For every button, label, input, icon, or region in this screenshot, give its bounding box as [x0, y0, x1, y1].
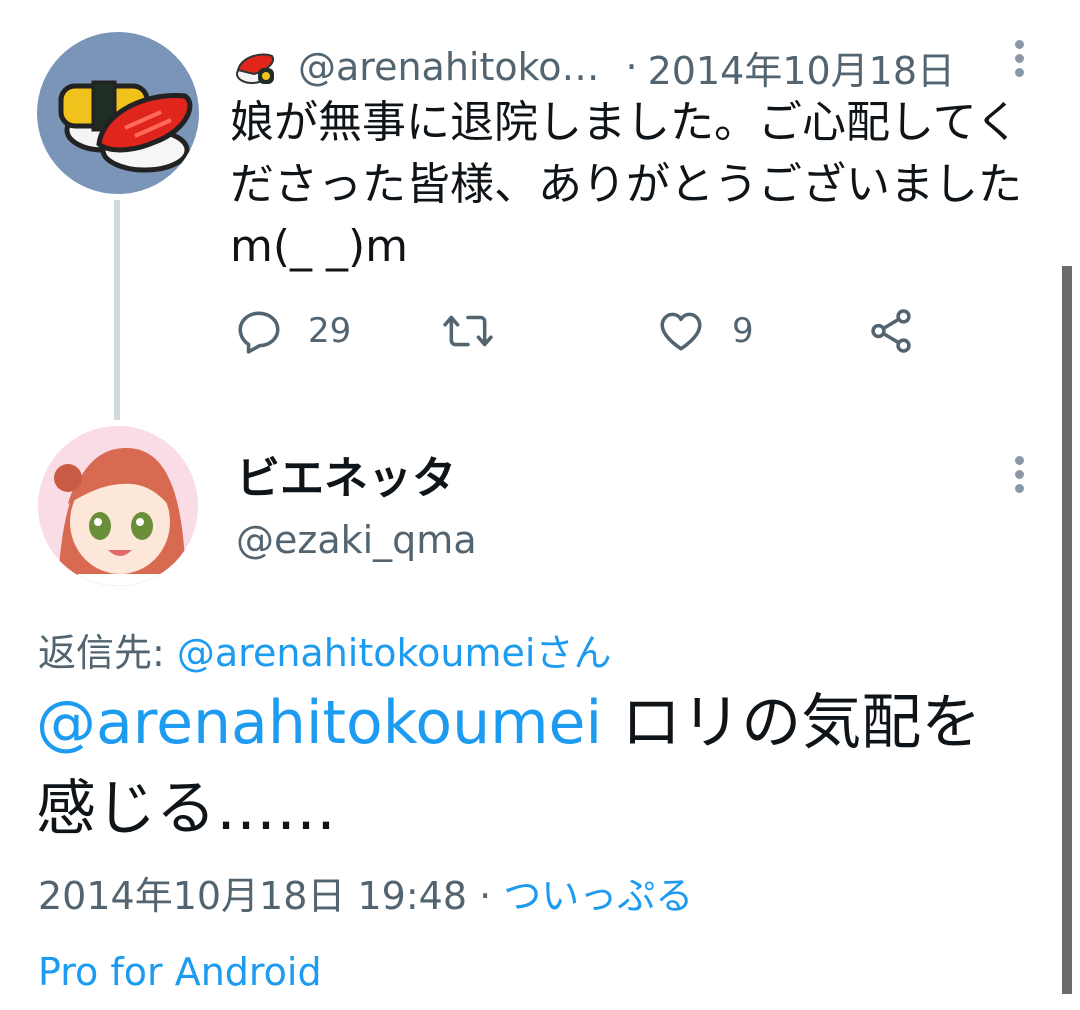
more-options-icon[interactable]	[1013, 456, 1025, 498]
meta-separator: ·	[467, 874, 504, 918]
share-action[interactable]	[866, 296, 916, 366]
tweet2-text: @arenahitokoumei ロリの気配を感じる……	[36, 680, 1036, 852]
tweet2-timestamp[interactable]: 2014年10月18日 19:48	[38, 874, 467, 918]
anime-girl-avatar-icon	[38, 426, 198, 586]
share-icon	[871, 309, 911, 353]
tweet1-separator: ·	[625, 45, 638, 89]
avatar-ezaki-qma[interactable]	[38, 426, 198, 586]
reply-to-label: 返信先:	[38, 631, 177, 675]
retweet-icon	[443, 315, 493, 347]
reply-to-line: 返信先: @arenahitokoumeiさん	[38, 622, 611, 677]
reply-count: 29	[308, 311, 352, 351]
avatar-arenahitokoumei[interactable]	[37, 32, 199, 194]
tweet2-meta: 2014年10月18日 19:48 · ついっぷる Pro for Androi…	[38, 858, 758, 1010]
scrollbar[interactable]	[1062, 266, 1072, 994]
sushi-avatar-icon	[58, 80, 193, 173]
tweet1-handle[interactable]: @arenahitoko…	[298, 45, 600, 89]
reply-to-handle-link[interactable]: @arenahitokoumeiさん	[177, 631, 612, 675]
retweet-action[interactable]	[440, 296, 516, 366]
tweet1-header: @arenahitoko… · 2014年10月18日	[232, 40, 955, 94]
tweet1-text: 娘が無事に退院しました。ご心配してくださった皆様、ありがとうございましたm(_ …	[230, 97, 1022, 272]
sushi-emoji-icon	[236, 53, 274, 84]
reply-action[interactable]: 29	[234, 296, 351, 366]
thread-connector-line	[114, 200, 120, 420]
tweet2-handle[interactable]: @ezaki_qma	[236, 518, 477, 562]
mention-link[interactable]: @arenahitokoumei	[36, 688, 602, 758]
like-action[interactable]: 9	[656, 296, 754, 366]
like-icon	[660, 312, 702, 351]
tweet2-display-name[interactable]: ビエネッタ	[236, 442, 456, 506]
reply-icon	[238, 311, 280, 354]
like-count: 9	[732, 311, 754, 351]
more-options-icon[interactable]	[1013, 40, 1025, 82]
tweet1-date[interactable]: 2014年10月18日	[648, 40, 955, 95]
